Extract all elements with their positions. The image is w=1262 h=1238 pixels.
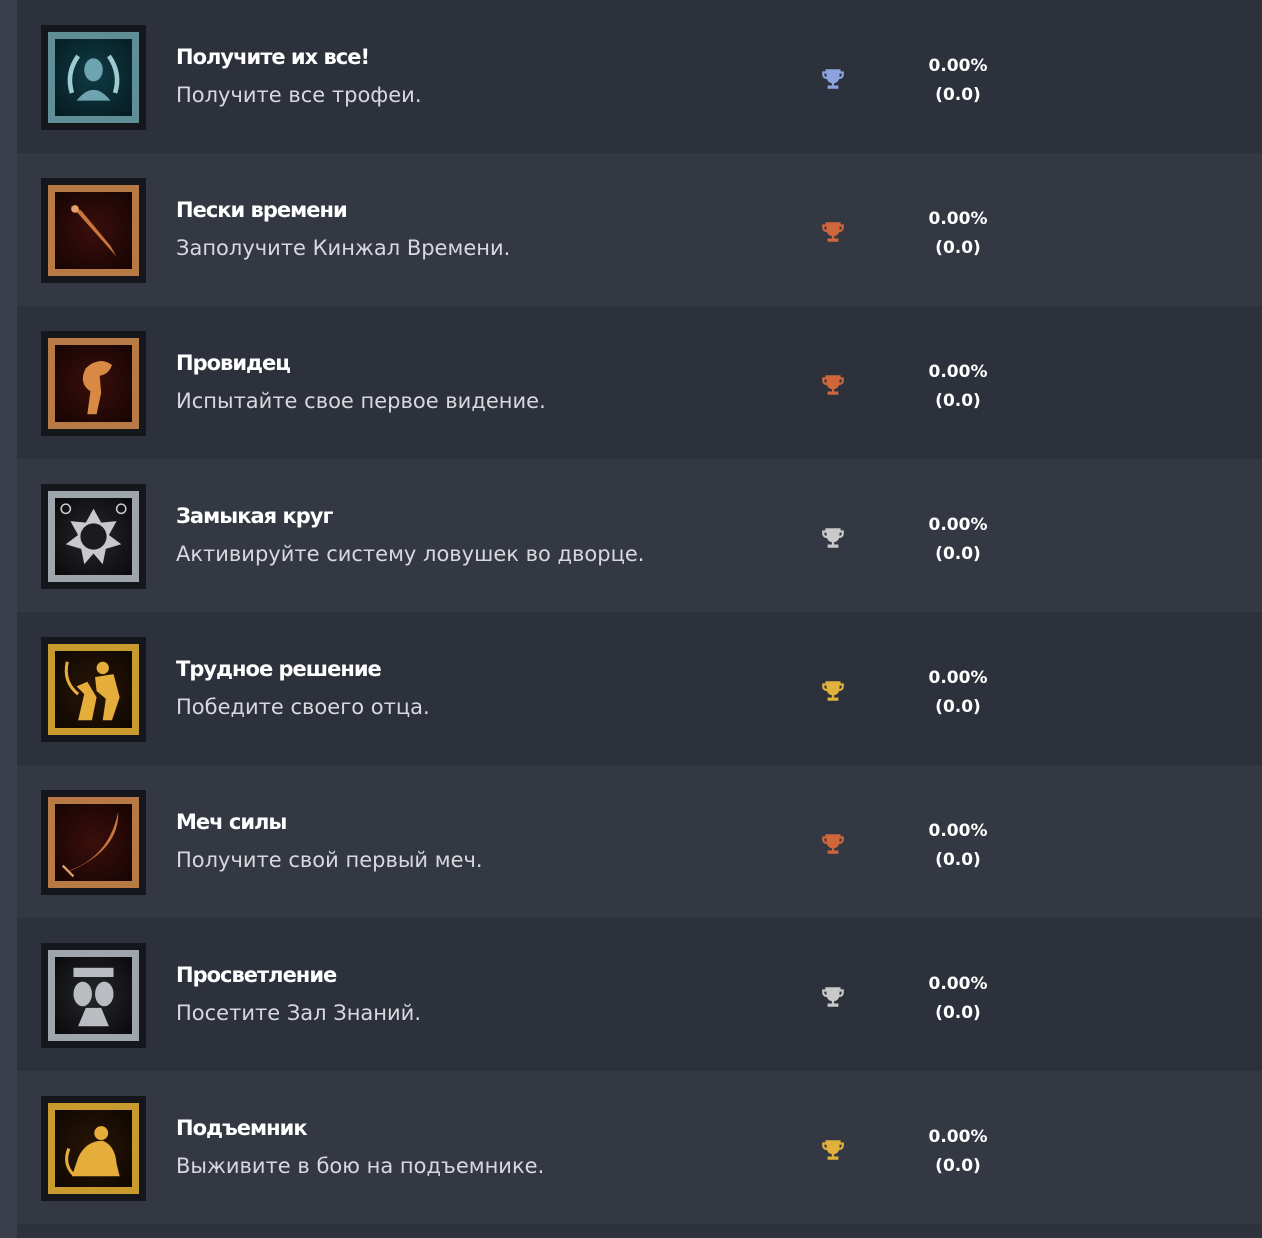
trophy-row[interactable]: Пески времени Заполучите Кинжал Времени.… (17, 153, 1262, 306)
trophy-image[interactable] (41, 943, 146, 1048)
trophy-row[interactable]: Получите их все! Получите все трофеи. 0.… (17, 0, 1262, 153)
bronze-trophy-icon (820, 831, 846, 857)
trophy-name: Меч силы (176, 810, 287, 834)
rarity-score: (0.0) (935, 697, 981, 717)
gear-medallion-icon (48, 491, 139, 582)
rarity-percent: 0.00% (928, 362, 988, 382)
trophy-rarity: 0.00% (0.0) (913, 817, 1003, 875)
rarity-percent: 0.00% (928, 515, 988, 535)
statue-faces-icon (48, 950, 139, 1041)
rarity-score: (0.0) (935, 238, 981, 258)
rarity-percent: 0.00% (928, 821, 988, 841)
gold-trophy-icon (820, 678, 846, 704)
bronze-trophy-icon (820, 372, 846, 398)
trophy-name: Подъемник (176, 1116, 308, 1140)
trophy-row[interactable]: Меч силы Получите свой первый меч. 0.00%… (17, 765, 1262, 918)
trophy-rarity: 0.00% (0.0) (913, 970, 1003, 1028)
trophy-rarity: 0.00% (0.0) (913, 1123, 1003, 1181)
rarity-percent: 0.00% (928, 209, 988, 229)
hunched-figure-icon (48, 338, 139, 429)
trophy-name: Замыкая круг (176, 504, 333, 528)
rarity-percent: 0.00% (928, 974, 988, 994)
bronze-trophy-icon (820, 219, 846, 245)
silver-trophy-icon (820, 984, 846, 1010)
trophy-description: Заполучите Кинжал Времени. (176, 236, 511, 260)
trophy-name: Провидец (176, 351, 291, 375)
trophy-name: Пески времени (176, 198, 348, 222)
trophy-rarity: 0.00% (0.0) (913, 664, 1003, 722)
trophy-name: Получите их все! (176, 45, 370, 69)
trophy-row[interactable]: Провидец Испытайте свое первое видение. … (17, 306, 1262, 459)
rarity-score: (0.0) (935, 1156, 981, 1176)
trophy-description: Активируйте систему ловушек во дворце. (176, 542, 645, 566)
dagger-icon (48, 185, 139, 276)
trophy-rarity: 0.00% (0.0) (913, 205, 1003, 263)
rarity-score: (0.0) (935, 85, 981, 105)
trophy-description: Испытайте свое первое видение. (176, 389, 546, 413)
trophy-rarity: 0.00% (0.0) (913, 52, 1003, 110)
trophy-rarity: 0.00% (0.0) (913, 358, 1003, 416)
kneeling-figure-icon (48, 1103, 139, 1194)
scimitar-icon (48, 797, 139, 888)
trophy-row[interactable]: Замыкая круг Активируйте систему ловушек… (17, 459, 1262, 612)
rarity-percent: 0.00% (928, 668, 988, 688)
trophy-image[interactable] (41, 178, 146, 283)
rarity-percent: 0.00% (928, 1127, 988, 1147)
trophy-description: Посетите Зал Знаний. (176, 1001, 422, 1025)
trophy-description: Выживите в бою на подъемнике. (176, 1154, 545, 1178)
trophy-description: Получите свой первый меч. (176, 848, 483, 872)
rarity-score: (0.0) (935, 850, 981, 870)
trophy-image[interactable] (41, 637, 146, 742)
trophy-row[interactable]: Трудное решение Победите своего отца. 0.… (17, 612, 1262, 765)
rarity-percent: 0.00% (928, 56, 988, 76)
rarity-score: (0.0) (935, 1003, 981, 1023)
trophy-rarity: 0.00% (0.0) (913, 511, 1003, 569)
trophy-image[interactable] (41, 1096, 146, 1201)
duel-figures-icon (48, 644, 139, 735)
trophy-image[interactable] (41, 484, 146, 589)
silver-trophy-icon (820, 525, 846, 551)
gold-trophy-icon (820, 1137, 846, 1163)
rarity-score: (0.0) (935, 544, 981, 564)
trophy-name: Просветление (176, 963, 337, 987)
laurel-bust-icon (48, 32, 139, 123)
trophy-description: Получите все трофеи. (176, 83, 422, 107)
rarity-score: (0.0) (935, 391, 981, 411)
trophy-list: Получите их все! Получите все трофеи. 0.… (17, 0, 1262, 1238)
trophy-name: Трудное решение (176, 657, 382, 681)
platinum-trophy-icon (820, 66, 846, 92)
trophy-description: Победите своего отца. (176, 695, 430, 719)
trophy-row[interactable]: Просветление Посетите Зал Знаний. 0.00% … (17, 918, 1262, 1071)
trophy-image[interactable] (41, 25, 146, 130)
trophy-row[interactable]: Подъемник Выживите в бою на подъемнике. … (17, 1071, 1262, 1224)
trophy-image[interactable] (41, 331, 146, 436)
trophy-image[interactable] (41, 790, 146, 895)
